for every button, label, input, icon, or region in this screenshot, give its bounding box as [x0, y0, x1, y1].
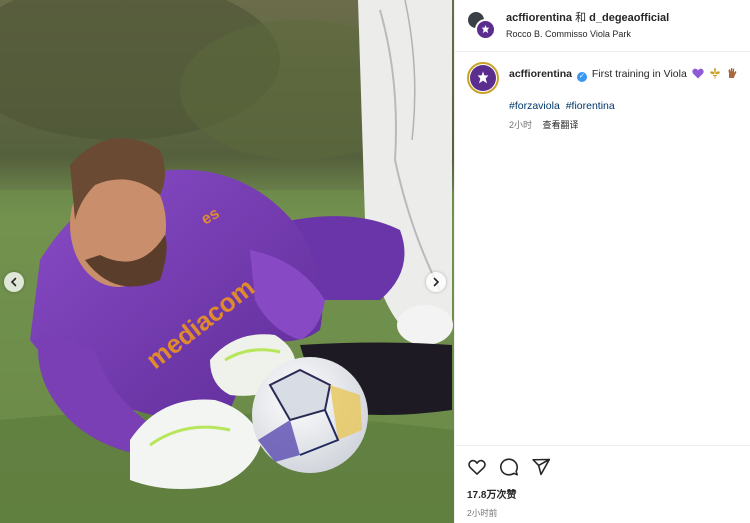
caption-username[interactable]: acffiorentina: [509, 68, 572, 80]
collab-avatars[interactable]: [467, 10, 497, 41]
purple-heart-icon: [692, 68, 704, 84]
likes-count[interactable]: 17.8万次赞: [467, 486, 739, 501]
post-header: acffiorentina 和 d_degeaofficial Rocco B.…: [455, 0, 750, 52]
post-photo[interactable]: mediacom es: [0, 0, 454, 523]
goalkeeper-training-photo: mediacom es: [0, 0, 454, 523]
hashtags: #forzaviola #fiorentina: [509, 100, 738, 114]
comment-icon[interactable]: [499, 457, 519, 477]
caption-avatar[interactable]: [467, 62, 499, 94]
fiorentina-logo-icon: [477, 71, 489, 84]
location-link[interactable]: Rocco B. Commisso Viola Park: [506, 29, 669, 40]
verified-badge-icon: ✓: [576, 72, 587, 82]
caption-time: 2小时: [509, 120, 533, 131]
instagram-post: mediacom es acffiorentina 和 d_degeaoffic…: [0, 0, 750, 523]
carousel-next-button[interactable]: [426, 272, 446, 292]
header-username[interactable]: acffiorentina: [506, 12, 572, 24]
header-joiner: 和: [575, 11, 587, 24]
see-translation-link[interactable]: 查看翻译: [543, 120, 579, 130]
post-side-panel: acffiorentina 和 d_degeaofficial Rocco B.…: [454, 0, 750, 523]
chevron-right-icon: [433, 277, 440, 287]
heart-icon[interactable]: [467, 457, 487, 477]
caption-meta: 2小时 查看翻译: [509, 120, 738, 132]
glove-icon: [726, 67, 738, 84]
avatar-fiorentina[interactable]: [475, 18, 496, 40]
fiorentina-logo-icon: [481, 24, 490, 33]
carousel-prev-button[interactable]: [4, 272, 24, 292]
post-actions: 17.8万次赞 2小时前: [455, 445, 750, 519]
header-collaborator[interactable]: d_degeaofficial: [589, 12, 669, 24]
send-icon[interactable]: [531, 457, 551, 477]
hashtag-fiorentina[interactable]: #fiorentina: [566, 100, 615, 112]
caption: acffiorentina ✓ First training in Viola …: [455, 52, 750, 132]
caption-text: First training in Viola: [591, 68, 687, 80]
chevron-left-icon: [10, 277, 17, 287]
fleur-de-lis-icon: [709, 67, 721, 84]
post-time[interactable]: 2小时前: [467, 507, 739, 519]
header-usernames: acffiorentina 和 d_degeaofficial: [506, 12, 669, 25]
hashtag-forzaviola[interactable]: #forzaviola: [509, 100, 560, 112]
